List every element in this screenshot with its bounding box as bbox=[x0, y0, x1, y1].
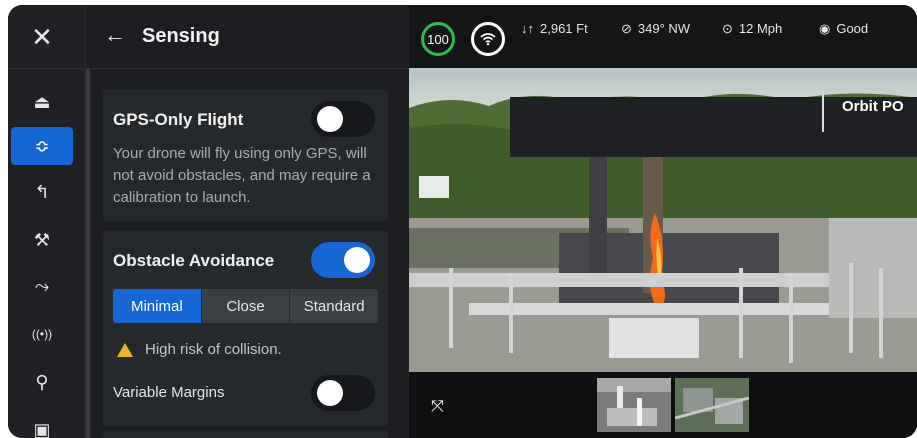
orbit-mode-label[interactable]: Orbit PO bbox=[822, 92, 904, 132]
mode-standard-button[interactable]: Standard bbox=[289, 289, 378, 323]
link-quality-readout: ◉ Good bbox=[819, 21, 868, 37]
map-thumbnail-image bbox=[675, 378, 749, 432]
telemetry-bar: 100 ↓↑ 2,961 Ft ⊘ 349° NW ⊙ 12 Mph ◉ Good bbox=[409, 5, 917, 68]
gps-only-title: GPS-Only Flight bbox=[113, 110, 244, 129]
toggle-knob bbox=[317, 380, 343, 406]
collision-warning: High risk of collision. bbox=[117, 341, 282, 358]
wifi-icon bbox=[480, 33, 496, 46]
link-quality-value: Good bbox=[836, 21, 869, 36]
radio-icon[interactable]: ((•)) bbox=[11, 315, 73, 353]
altitude-value: 2,961 Ft bbox=[540, 21, 588, 36]
thermal-thumbnail[interactable] bbox=[597, 378, 671, 432]
heading-readout: ⊘ 349° NW bbox=[621, 21, 690, 37]
variable-margins-label: Variable Margins bbox=[113, 384, 225, 401]
eye-icon: ◉ bbox=[819, 21, 831, 36]
divider bbox=[8, 68, 85, 69]
speed-value: 12 Mph bbox=[738, 21, 783, 36]
takeoff-icon[interactable]: ⏏ bbox=[11, 83, 73, 121]
warning-text: High risk of collision. bbox=[145, 341, 282, 358]
gps-only-toggle[interactable] bbox=[311, 101, 375, 137]
mode-minimal-button[interactable]: Minimal bbox=[113, 289, 201, 323]
return-home-icon[interactable]: ↰ bbox=[11, 173, 73, 211]
speedometer-icon: ⊙ bbox=[722, 21, 733, 36]
antenna-icon[interactable]: ⚲ bbox=[11, 363, 73, 401]
expand-icon[interactable]: ⤧ bbox=[431, 398, 444, 416]
next-card bbox=[103, 431, 388, 438]
heading-value: 349° NW bbox=[637, 21, 691, 36]
map-thumbnail[interactable] bbox=[675, 378, 749, 432]
variable-margins-toggle[interactable] bbox=[311, 375, 375, 411]
gps-only-card: GPS-Only Flight Your drone will fly usin… bbox=[103, 89, 388, 221]
gallery-icon[interactable]: ▣ bbox=[11, 411, 73, 438]
flight-path-icon[interactable]: ⤳ bbox=[11, 267, 73, 305]
obstacle-avoidance-card: Obstacle Avoidance Minimal Close Standar… bbox=[103, 231, 388, 426]
live-video-feed[interactable]: Orbit PO bbox=[409, 68, 917, 372]
panel-header: ← Sensing bbox=[86, 5, 409, 69]
sensing-icon[interactable]: ≎ bbox=[11, 127, 73, 165]
altitude-readout: ↓↑ 2,961 Ft bbox=[521, 21, 588, 36]
app-window: ✕ ⏏ ≎ ↰ ⚒ ⤳ ((•)) ⚲ ▣ ← Sensing GPS-Only Flight… bbox=[8, 5, 917, 438]
page-title: Sensing bbox=[142, 25, 220, 47]
tools-icon[interactable]: ⚒ bbox=[11, 221, 73, 259]
mode-close-button[interactable]: Close bbox=[200, 289, 290, 323]
back-arrow-icon[interactable]: ← bbox=[104, 23, 126, 47]
altitude-icon: ↓↑ bbox=[521, 21, 534, 36]
sensing-panel: ← Sensing GPS-Only Flight Your drone wil… bbox=[86, 5, 409, 438]
toggle-knob bbox=[317, 106, 343, 132]
scrollbar[interactable] bbox=[86, 69, 90, 438]
signal-icon[interactable] bbox=[471, 22, 505, 56]
avoidance-mode-selector: Minimal Close Standard bbox=[113, 289, 378, 323]
speed-readout: ⊙ 12 Mph bbox=[722, 21, 782, 37]
obstacle-avoidance-toggle[interactable] bbox=[311, 242, 375, 278]
close-icon[interactable]: ✕ bbox=[30, 24, 54, 50]
gps-only-description: Your drone will fly using only GPS, will… bbox=[113, 145, 371, 206]
compass-icon: ⊘ bbox=[621, 21, 632, 36]
thermal-thumbnail-image bbox=[597, 378, 671, 432]
camera-view: 100 ↓↑ 2,961 Ft ⊘ 349° NW ⊙ 12 Mph ◉ Good bbox=[409, 5, 917, 438]
warning-icon bbox=[117, 342, 133, 357]
toggle-knob bbox=[344, 247, 370, 273]
battery-indicator[interactable]: 100 bbox=[421, 22, 455, 56]
camera-bottom-bar: ⤧ bbox=[409, 372, 917, 438]
tool-rail: ✕ ⏏ ≎ ↰ ⚒ ⤳ ((•)) ⚲ ▣ bbox=[8, 5, 86, 438]
obstacle-avoidance-title: Obstacle Avoidance bbox=[113, 251, 275, 270]
